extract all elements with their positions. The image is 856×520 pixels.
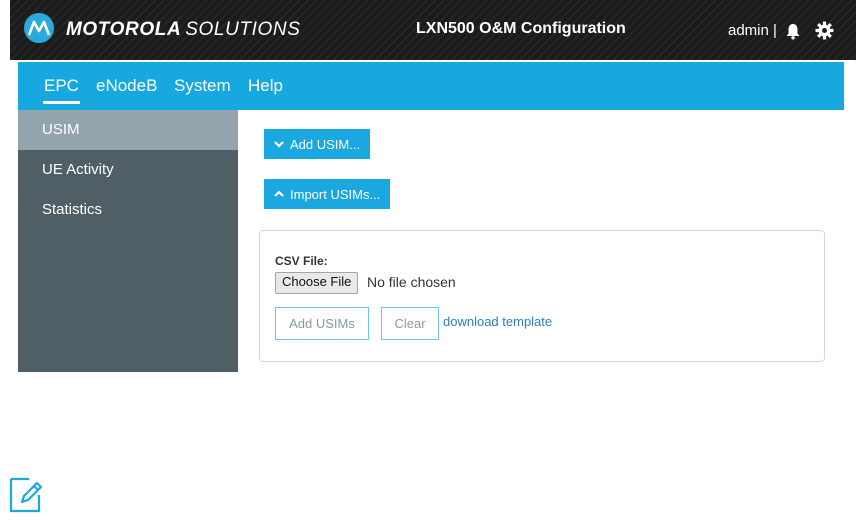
brand-bold: MOTOROLA bbox=[66, 19, 182, 40]
download-template-link[interactable]: download template bbox=[443, 314, 552, 329]
sidebar-item-usim[interactable]: USIM bbox=[18, 110, 238, 150]
sidebar: USIM UE Activity Statistics bbox=[18, 110, 238, 372]
motorola-logo-icon bbox=[24, 13, 54, 43]
user-menu[interactable]: admin bbox=[728, 22, 769, 39]
sidebar-item-statistics[interactable]: Statistics bbox=[18, 190, 238, 230]
add-usims-button[interactable]: Add USIMs bbox=[275, 307, 369, 340]
tab-help[interactable]: Help bbox=[248, 76, 283, 96]
brand-light: SOLUTIONS bbox=[185, 19, 301, 40]
chevron-down-icon bbox=[274, 141, 284, 148]
chevron-up-icon bbox=[274, 190, 284, 197]
note-edit-icon bbox=[9, 477, 42, 513]
header-divider: | bbox=[773, 22, 777, 39]
bell-icon[interactable] bbox=[784, 22, 802, 40]
sidebar-item-ue-activity[interactable]: UE Activity bbox=[18, 150, 238, 190]
file-status-text: No file chosen bbox=[367, 274, 456, 290]
add-usim-label: Add USIM... bbox=[290, 136, 361, 152]
add-usim-button[interactable]: Add USIM... bbox=[264, 129, 371, 159]
clear-button[interactable]: Clear bbox=[381, 307, 439, 340]
app-title: LXN500 O&M Configuration bbox=[416, 20, 626, 37]
main-nav: EPC eNodeB System Help bbox=[18, 62, 844, 110]
tab-epc[interactable]: EPC bbox=[43, 76, 80, 104]
csv-file-label: CSV File: bbox=[275, 254, 328, 268]
gear-icon[interactable] bbox=[815, 21, 834, 40]
tab-system[interactable]: System bbox=[174, 76, 231, 96]
app-window: MOTOROLA SOLUTIONS LXN500 O&M Configurati… bbox=[10, 0, 856, 372]
choose-file-button[interactable]: Choose File bbox=[275, 272, 359, 294]
import-panel: CSV File: Choose File No file chosen Add… bbox=[259, 230, 825, 362]
top-bar: MOTOROLA SOLUTIONS LXN500 O&M Configurati… bbox=[10, 0, 856, 60]
import-usims-label: Import USIMs... bbox=[290, 186, 381, 202]
tab-enodeb[interactable]: eNodeB bbox=[96, 76, 157, 96]
brand-name: MOTOROLA SOLUTIONS bbox=[66, 19, 300, 41]
main-content: Add USIM... Import USIMs... CSV File: Ch… bbox=[238, 110, 844, 372]
import-usims-button[interactable]: Import USIMs... bbox=[264, 179, 391, 209]
